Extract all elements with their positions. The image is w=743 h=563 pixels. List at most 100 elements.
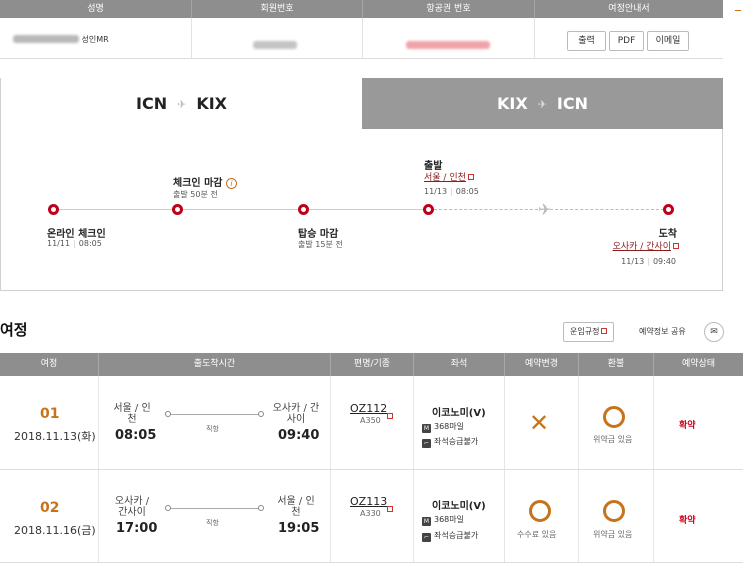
share-label: 예약정보 공유 [639,327,686,336]
tab-return-to: ICN [556,94,588,113]
timeline-line [54,209,429,210]
online-checkin-title: 온라인 체크인 [47,229,106,240]
to-time: 09:40 [278,428,320,443]
route-end-dot [258,411,264,417]
member-number [253,34,297,53]
timeline-dot-departure [423,204,434,215]
corner-mark [735,10,741,11]
arrival-title: 도착 [658,229,677,240]
masked-member-no [253,41,297,49]
refund-note: 위약금 있음 [593,530,633,539]
route-end-dot [258,505,264,511]
col-flight: 편명/기종 [330,353,413,376]
header-member-no: 회원번호 [191,0,362,18]
tab-return[interactable]: KIX ✈ ICN [362,78,723,129]
flight-link[interactable]: OZ113 [350,495,387,508]
seat-icon: ⌐ [422,439,431,448]
checkin-close-title: 체크인 마감 i [173,174,237,189]
col-times: 출도착시간 [98,353,330,376]
boarding-close-title: 탑승 마감 [298,229,339,240]
itinerary-title: 여정 [0,321,28,339]
seat-class: 이코노미(V) [432,408,486,419]
tab-outbound-to: KIX [196,94,227,113]
tab-outbound-from: ICN [136,94,168,113]
row-date: 2018.11.16(금) [14,524,96,537]
departure-date: 11/13 [424,187,448,196]
header-name: 성명 [0,0,191,18]
to-time: 19:05 [278,521,320,536]
external-link-icon [467,174,474,180]
timeline-dot-arrival [663,204,674,215]
header-gap [723,0,743,18]
divider [362,18,363,59]
upgrade-note: 좌석승급불가 [434,437,479,446]
checkin-close-label: 체크인 마감 [173,178,223,189]
miles-icon: M [422,424,431,433]
plane-icon: ✈ [177,98,187,111]
route-line [168,414,260,415]
departure-place-link[interactable]: 서울 / 인천 [424,170,474,183]
plane-icon: ✈ [537,98,547,111]
arrival-date: 11/13 [621,257,645,266]
arrival-datetime: 11/13 | 09:40 [621,257,676,266]
change-not-allowed-icon: ✕ [529,409,550,437]
passenger-name: 성인MR [13,34,109,45]
seat-icon: ⌐ [422,533,431,542]
airplane-icon: ✈ [538,200,552,219]
col-seat: 좌석 [413,353,504,376]
arrival-place-link[interactable]: 오사카 / 간사이 [613,239,679,252]
print-button[interactable]: 출력 [567,31,606,51]
external-link-icon [385,404,393,423]
external-link-icon [601,328,608,334]
timeline-dot-boarding-close [298,204,309,215]
masked-name [13,35,79,43]
status-badge: 확약 [679,421,696,431]
status-badge: 확약 [679,516,696,526]
email-button[interactable]: 이메일 [647,31,689,51]
row-date: 2018.11.13(화) [14,430,96,443]
arrival-place: 오사카 / 간사이 [612,242,671,252]
route-start-dot [165,505,171,511]
info-icon[interactable]: i [225,178,237,189]
online-checkin-datetime: 11/11 | 08:05 [47,239,102,248]
online-checkin-time: 08:05 [78,239,102,248]
miles-value: 368마일 [434,515,464,524]
masked-ticket-no[interactable] [406,41,490,49]
aircraft-type: A350 [360,416,381,425]
online-checkin-date: 11/11 [47,239,71,248]
tab-outbound[interactable]: ICN ✈ KIX [1,78,362,129]
col-change: 예약변경 [504,353,578,376]
refund-allowed-icon [603,500,625,522]
route-start-dot [165,411,171,417]
change-note: 수수료 있음 [517,530,557,539]
change-allowed-icon [529,500,551,522]
timeline-dot-online-checkin [48,204,59,215]
header-itinerary-doc: 여정안내서 [534,0,723,18]
route-line [168,508,260,509]
upgrade-info: ⌐ 좌석승급불가 [422,436,478,448]
from-time: 17:00 [116,521,158,536]
pdf-button[interactable]: PDF [609,31,644,51]
checkin-close-note: 출발 50분 전 [173,190,218,199]
to-city: 오사카 / 간사이 [272,403,320,425]
aircraft-type: A330 [360,509,381,518]
miles-icon: M [422,517,431,526]
mail-icon[interactable]: ✉ [704,322,724,342]
row-divider [0,469,743,470]
row-number: 02 [40,500,60,516]
tab-return-from: KIX [497,94,528,113]
row-number: 01 [40,406,60,422]
col-status: 예약상태 [653,353,743,376]
divider [191,18,192,59]
external-link-icon [385,497,393,516]
fare-rules-button[interactable]: 운임규정 [563,322,615,342]
flight-link[interactable]: OZ112 [350,402,387,415]
arrival-time: 09:40 [652,257,676,266]
col-itinerary: 여정 [0,353,98,376]
from-city: 오사카 / 간사이 [114,496,150,518]
departure-place: 서울 / 인천 [424,173,466,183]
departure-time: 08:05 [455,187,479,196]
flight-number: OZ113 [350,495,388,508]
refund-note: 위약금 있음 [593,435,633,444]
external-link-icon [673,243,679,249]
